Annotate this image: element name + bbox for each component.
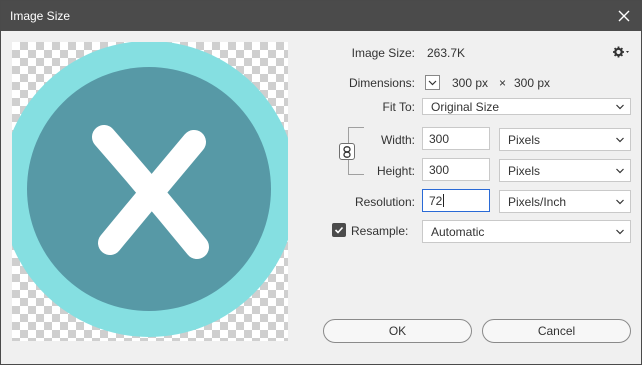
dimensions-dropdown-toggle[interactable] <box>425 75 440 90</box>
checkmark-icon <box>334 226 344 234</box>
image-size-dialog: Image Size Image Size: 263.7K Dimensions… <box>0 0 642 365</box>
resolution-input[interactable]: 72 <box>422 189 490 212</box>
image-size-label: Image Size: <box>351 46 415 60</box>
chevron-down-icon <box>616 104 624 109</box>
fit-to-select[interactable]: Original Size <box>422 98 631 115</box>
fit-to-value: Original Size <box>431 99 500 114</box>
dimensions-separator: × <box>499 76 507 90</box>
resolution-value: 72 <box>429 193 443 208</box>
height-label: Height: <box>376 164 415 178</box>
chevron-down-icon <box>616 137 624 142</box>
resample-checkbox[interactable] <box>332 223 346 237</box>
ok-button[interactable]: OK <box>323 319 472 343</box>
chevron-down-icon <box>616 199 624 204</box>
height-unit-select[interactable]: Pixels <box>499 159 631 182</box>
dimensions-height: 300 px <box>514 76 551 90</box>
resolution-unit-value: Pixels/Inch <box>508 194 567 209</box>
dialog-title: Image Size <box>10 9 71 23</box>
width-unit-value: Pixels <box>508 132 541 147</box>
width-value: 300 <box>429 131 450 146</box>
title-bar: Image Size <box>1 1 641 31</box>
chevron-down-icon <box>428 80 437 86</box>
cancel-button[interactable]: Cancel <box>482 319 631 343</box>
fit-to-label: Fit To: <box>382 100 415 114</box>
chevron-down-icon <box>616 168 624 173</box>
dimensions-label: Dimensions: <box>348 76 415 90</box>
dimensions-width: 300 px <box>452 76 489 90</box>
ok-button-label: OK <box>388 324 407 338</box>
resample-label: Resample: <box>351 224 409 238</box>
width-unit-select[interactable]: Pixels <box>499 128 631 151</box>
width-input[interactable]: 300 <box>422 127 490 150</box>
text-caret <box>443 194 445 207</box>
width-label: Width: <box>380 133 415 147</box>
resolution-label: Resolution: <box>354 195 415 209</box>
gear-icon[interactable] <box>612 45 630 59</box>
close-icon[interactable] <box>613 5 635 27</box>
image-preview <box>12 42 288 341</box>
resample-value: Automatic <box>431 224 485 239</box>
image-size-value: 263.7K <box>427 46 466 60</box>
resample-select[interactable]: Automatic <box>422 220 631 243</box>
height-unit-value: Pixels <box>508 163 541 178</box>
resolution-unit-select[interactable]: Pixels/Inch <box>499 190 631 213</box>
chevron-down-icon <box>616 229 624 234</box>
height-input[interactable]: 300 <box>422 158 490 181</box>
height-value: 300 <box>429 162 450 177</box>
cancel-button-label: Cancel <box>537 324 576 338</box>
